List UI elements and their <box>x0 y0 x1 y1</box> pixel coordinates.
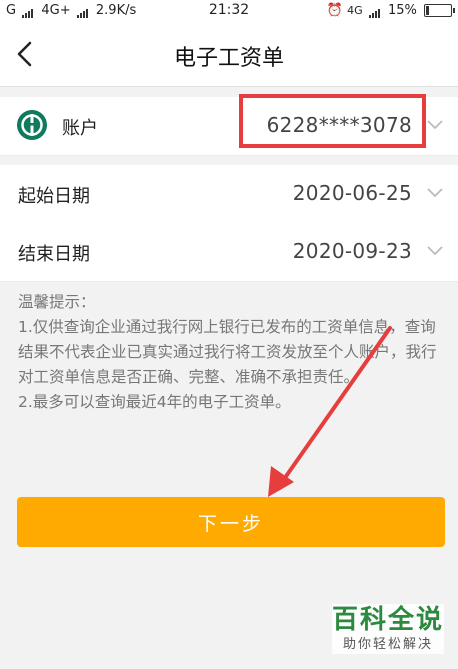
network-label: 4G+ <box>41 3 71 18</box>
account-select[interactable]: 账户 6228****3078 <box>0 97 458 156</box>
signal-icon-3 <box>368 3 381 18</box>
tips-line-2: 2.最多可以查询最近4年的电子工资单。 <box>18 393 291 411</box>
nav-bar: 电子工资单 <box>0 22 458 87</box>
watermark-title: 百科全说 <box>332 605 445 635</box>
end-date-value: 2020-09-23 <box>292 239 412 263</box>
end-date-select[interactable]: 结束日期 2020-09-23 <box>0 223 458 282</box>
battery-label: 15% <box>387 3 417 18</box>
network-speed: 2.9K/s <box>95 3 137 18</box>
watermark-subtitle: 助你轻松解决 <box>342 637 433 652</box>
status-time: 21:32 <box>208 2 250 18</box>
tips-title: 温馨提示： <box>18 293 96 311</box>
start-date-label: 起始日期 <box>18 186 90 207</box>
chevron-down-icon <box>427 120 443 130</box>
end-date-label: 结束日期 <box>18 244 90 265</box>
status-right: ⏰ 4G 15% <box>326 3 455 18</box>
battery-icon <box>424 4 455 17</box>
signal-icon-2 <box>76 3 89 18</box>
battery-fill <box>426 6 429 15</box>
watermark-logo: 百科全说 助你轻松解决 <box>332 604 444 654</box>
signal-icon <box>22 3 34 18</box>
page-title: 电子工资单 <box>173 46 284 71</box>
bank-logo-icon <box>17 110 47 140</box>
carrier-label: G <box>6 3 17 18</box>
account-value: 6228****3078 <box>266 113 412 137</box>
status-left: G 4G+ 2.9K/s <box>6 3 136 18</box>
chevron-down-icon <box>427 246 443 256</box>
chevron-down-icon <box>427 188 443 198</box>
start-date-select[interactable]: 起始日期 2020-06-25 <box>0 165 458 224</box>
start-date-value: 2020-06-25 <box>292 181 412 205</box>
network-right-label: 4G <box>347 4 363 17</box>
tips-line-1: 1.仅供查询企业通过我行网上银行已发布的工资单信息，查询结果不代表企业已真实通过… <box>18 318 437 386</box>
status-bar: G 4G+ 2.9K/s 21:32 ⏰ 4G 15% <box>0 0 458 22</box>
account-label: 账户 <box>62 118 98 139</box>
alarm-icon: ⏰ <box>326 3 343 18</box>
tips-section: 温馨提示： 1.仅供查询企业通过我行网上银行已发布的工资单信息，查询结果不代表企… <box>18 290 444 415</box>
next-button[interactable]: 下一步 <box>17 497 445 547</box>
